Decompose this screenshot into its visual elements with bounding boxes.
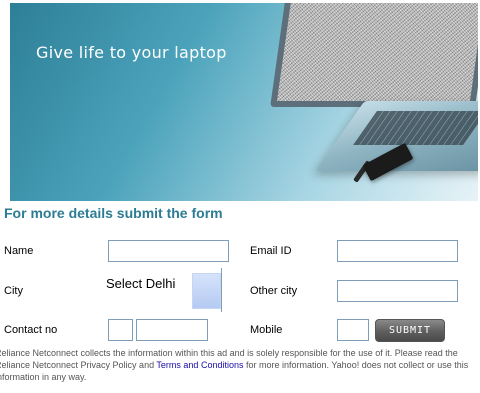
banner-title: Give life to your laptop [36,43,227,62]
contact-label: Contact no [4,324,58,336]
city-label: City [4,285,23,297]
submit-button[interactable]: SUBMIT [375,319,445,342]
name-field[interactable] [108,240,229,262]
name-label: Name [4,245,34,257]
disclaimer-text: Reliance Netconnect collects the informa… [0,347,471,383]
email-label: Email ID [250,245,292,257]
terms-link[interactable]: Terms and Conditions [156,360,243,370]
banner-image[interactable]: Give life to your laptop [10,3,478,201]
laptop-keyboard-graphic [353,111,478,145]
mobile-field[interactable] [337,319,369,341]
contact-code-field[interactable] [108,319,133,341]
city-select-dropdown-button[interactable] [192,273,221,309]
city-select-divider [221,268,222,312]
laptop-screen-graphic [270,3,478,107]
contact-number-field[interactable] [136,319,208,341]
form-heading: For more details submit the form [4,205,223,221]
email-field[interactable] [337,240,458,262]
other-city-field[interactable] [337,280,458,302]
other-city-label: Other city [250,285,298,297]
mobile-label: Mobile [250,324,283,336]
city-select-value[interactable]: Select Delhi [106,276,186,291]
